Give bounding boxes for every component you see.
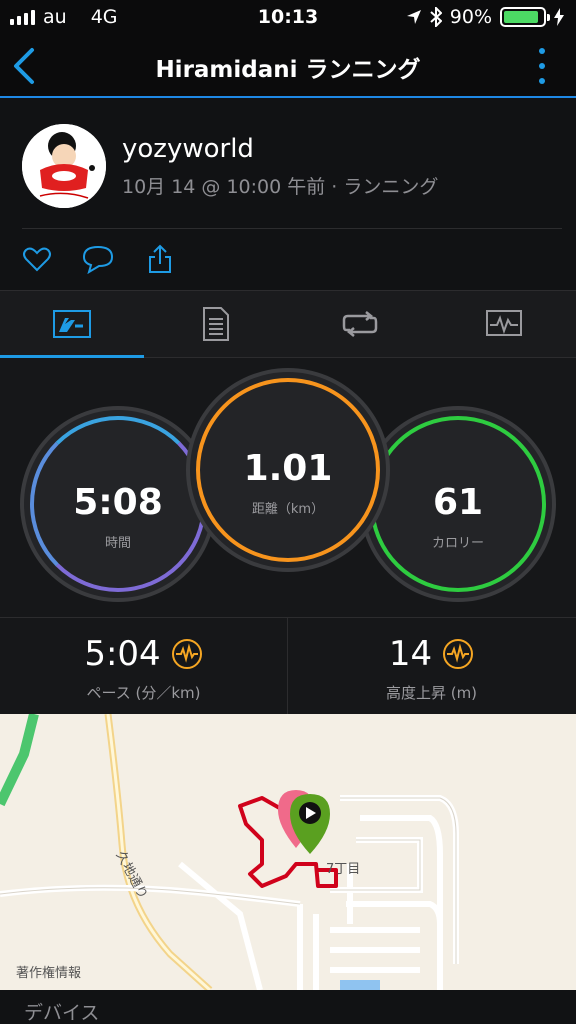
tab-overview[interactable]: [0, 291, 144, 357]
calories-ring: 61 カロリー: [364, 410, 552, 598]
devices-section: デバイス: [0, 990, 576, 1024]
pulse-icon: [171, 639, 202, 669]
activity-date: 10月 14 @ 10:00 午前 · ランニング: [122, 176, 439, 198]
time-value: 5:08: [73, 482, 163, 523]
more-options-button[interactable]: [538, 48, 546, 84]
elevation-stat[interactable]: 14 高度上昇 (m): [288, 618, 575, 714]
pace-label: ペース (分／km): [86, 684, 201, 702]
pace-stat[interactable]: 5:04 ペース (分／km): [0, 618, 287, 714]
time-label: 時間: [104, 536, 131, 551]
charging-bolt-icon: [554, 8, 564, 26]
more-dot-icon: [539, 63, 545, 69]
like-button[interactable]: [22, 244, 52, 274]
calories-value: 61: [432, 482, 484, 523]
battery-percent: 90%: [449, 6, 492, 28]
share-icon: [149, 244, 171, 273]
area-label: 7丁目: [326, 862, 361, 877]
overview-icon: [53, 310, 91, 338]
distance-ring: 1.01 距離（km）: [190, 372, 386, 568]
calories-label: カロリー: [431, 536, 484, 551]
action-bar: [0, 230, 576, 290]
elevation-value: 14: [388, 634, 433, 674]
time-ring: 5:08 時間: [24, 410, 212, 598]
more-dot-icon: [539, 78, 545, 84]
battery-icon: [500, 7, 550, 27]
bluetooth-icon: [430, 7, 442, 27]
distance-value: 1.01: [243, 448, 333, 489]
page-title: Hiramidani ランニング: [155, 57, 421, 83]
pulse-icon: [443, 639, 474, 669]
tab-laps[interactable]: [288, 291, 432, 357]
divider: [22, 228, 562, 229]
activity-tabs: [0, 290, 576, 358]
more-dot-icon: [539, 48, 545, 54]
pace-value: 5:04: [84, 634, 161, 674]
document-list-icon: [203, 307, 229, 341]
activity-header: yozyworld 10月 14 @ 10:00 午前 · ランニング: [0, 100, 576, 230]
avatar-image: [22, 124, 106, 208]
elevation-label: 高度上昇 (m): [385, 684, 478, 702]
route-map[interactable]: 久地通り 7丁目 著作権情報: [0, 714, 576, 990]
map-background: 久地通り: [0, 714, 459, 990]
comment-button[interactable]: [82, 244, 114, 275]
heart-icon: [23, 247, 51, 272]
stats-row: 5:04 ペース (分／km) 14 高度上昇 (m): [0, 618, 576, 714]
map-credit-link[interactable]: 著作権情報: [16, 962, 81, 981]
chart-icon: [486, 310, 522, 336]
location-arrow-icon: [406, 10, 421, 24]
distance-label: 距離（km）: [251, 502, 325, 517]
repeat-icon: [342, 311, 378, 337]
nav-bar: Hiramidani ランニング: [0, 34, 576, 98]
status-right: 90%: [406, 6, 564, 28]
username[interactable]: yozyworld: [122, 134, 254, 164]
comment-icon: [82, 245, 114, 275]
avatar[interactable]: [22, 124, 106, 208]
status-bar: au 4G 10:13 90%: [0, 0, 576, 34]
share-button[interactable]: [146, 244, 176, 274]
devices-heading: デバイス: [24, 1002, 100, 1024]
tab-stats[interactable]: [144, 291, 288, 357]
tab-charts[interactable]: [432, 291, 576, 357]
summary-rings: 5:08 時間 61 カロリー 1.01 距離（km）: [0, 358, 576, 618]
